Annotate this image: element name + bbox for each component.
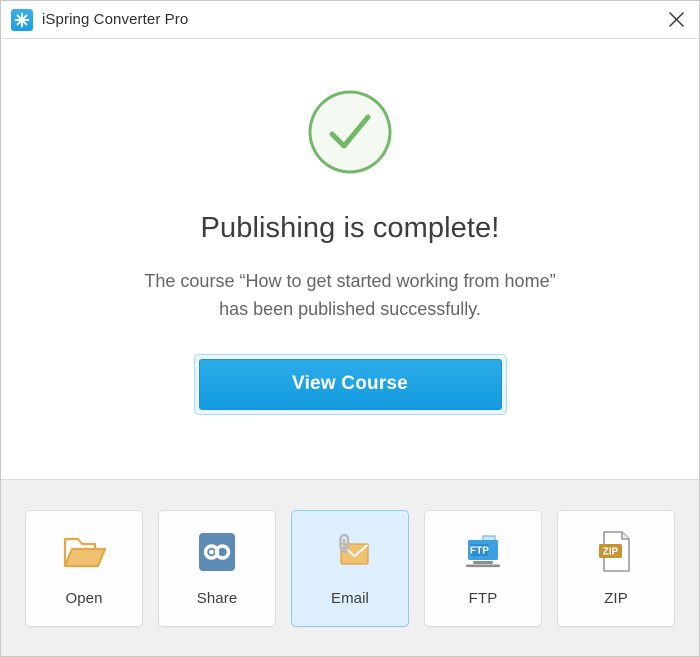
zip-file-icon: ZIP xyxy=(593,529,639,575)
check-circle-icon xyxy=(307,89,393,175)
action-tile-email[interactable]: Email xyxy=(291,509,409,627)
main-content: Publishing is complete! The course “How … xyxy=(1,39,699,480)
share-link-icon xyxy=(194,529,240,575)
completion-description: The course “How to get started working f… xyxy=(144,270,556,319)
action-tile-label: Email xyxy=(330,590,369,607)
action-toolbar: Open Share Email FTP FTP ZIP ZIP xyxy=(1,480,699,656)
action-tile-zip[interactable]: ZIP ZIP xyxy=(557,509,675,627)
open-folder-icon xyxy=(61,529,107,575)
action-tile-label: Open xyxy=(65,590,103,607)
email-attachment-icon xyxy=(327,529,373,575)
action-tile-share[interactable]: Share xyxy=(158,509,276,627)
view-course-focus-ring: View Course xyxy=(193,353,507,415)
page-title: Publishing is complete! xyxy=(200,212,500,244)
app-title: iSpring Converter Pro xyxy=(42,11,189,28)
action-tile-label: FTP xyxy=(468,590,498,607)
title-bar: iSpring Converter Pro xyxy=(1,1,699,39)
app-window: iSpring Converter Pro Publishing is comp… xyxy=(0,0,700,657)
view-course-button[interactable]: View Course xyxy=(198,358,502,410)
close-icon[interactable] xyxy=(653,1,699,38)
svg-text:ZIP: ZIP xyxy=(603,547,619,558)
ispring-star-icon xyxy=(11,8,33,31)
ftp-server-icon: FTP xyxy=(460,529,506,575)
svg-text:FTP: FTP xyxy=(470,546,489,557)
action-tile-ftp[interactable]: FTP FTP xyxy=(424,509,542,627)
action-tile-label: Share xyxy=(196,590,238,607)
action-tile-open[interactable]: Open xyxy=(25,509,143,627)
action-tile-label: ZIP xyxy=(604,590,628,607)
